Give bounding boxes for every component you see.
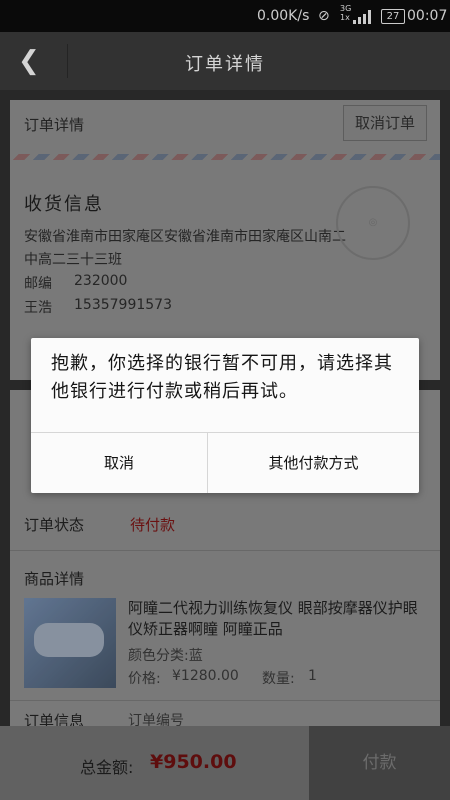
other-payment-button[interactable]: 其他付款方式 bbox=[208, 433, 419, 493]
payment-error-dialog: 抱歉，你选择的银行暂不可用，请选择其他银行进行付款或稍后再试。 取消 其他付款方… bbox=[31, 338, 419, 493]
dialog-message: 抱歉，你选择的银行暂不可用，请选择其他银行进行付款或稍后再试。 bbox=[51, 353, 393, 402]
dialog-cancel-button[interactable]: 取消 bbox=[31, 433, 207, 493]
